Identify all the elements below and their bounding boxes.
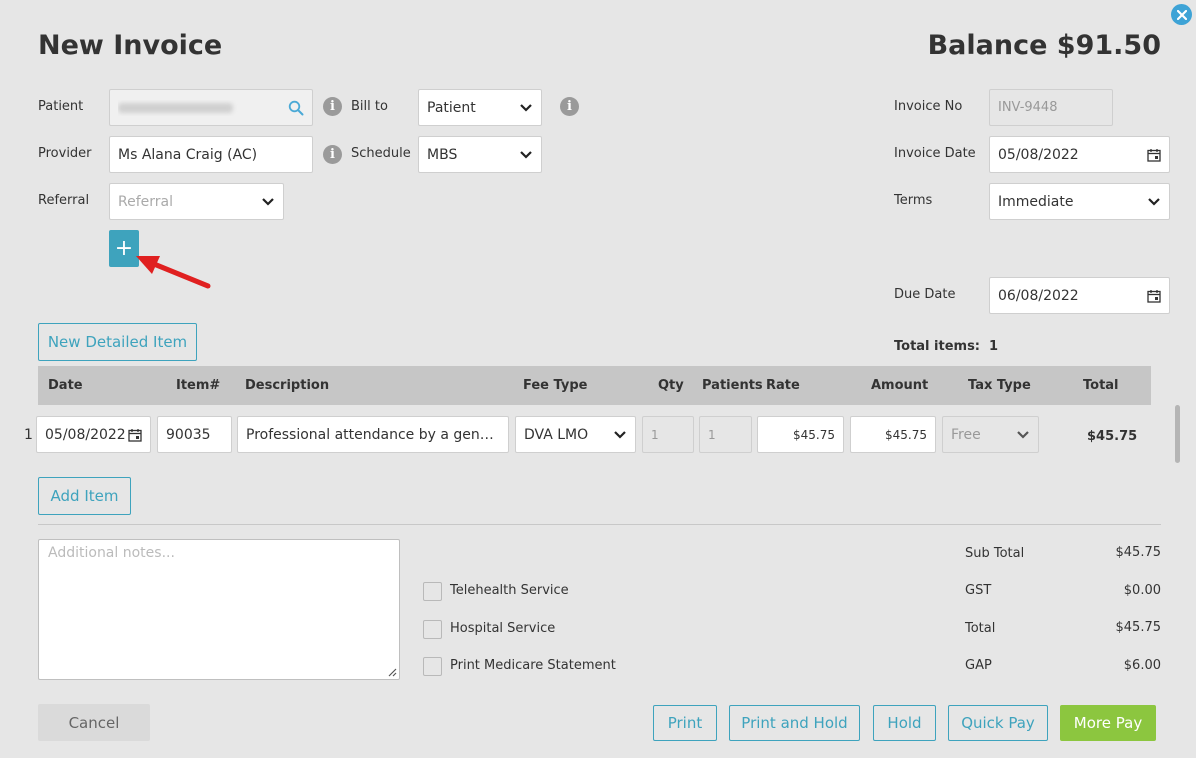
- resize-grip-icon[interactable]: [387, 667, 397, 677]
- col-date: Date: [48, 378, 83, 393]
- items-table-header: Date Item# Description Fee Type Qty Pati…: [38, 366, 1151, 405]
- schedule-select[interactable]: MBS: [418, 136, 542, 173]
- provider-label: Provider: [38, 146, 92, 161]
- row-rate-field[interactable]: $45.75: [757, 416, 844, 453]
- gap-value: $6.00: [1123, 658, 1161, 673]
- hospital-label: Hospital Service: [450, 621, 556, 636]
- row-date-field[interactable]: 05/08/2022: [36, 416, 151, 453]
- terms-select[interactable]: Immediate: [989, 183, 1170, 220]
- chevron-down-icon: [520, 103, 532, 112]
- bill-to-select[interactable]: Patient: [418, 89, 542, 126]
- search-icon[interactable]: [288, 100, 304, 116]
- row-amount-field[interactable]: $45.75: [850, 416, 936, 453]
- chevron-down-icon: [1148, 197, 1160, 206]
- total-items-value: 1: [989, 339, 999, 354]
- invoice-date-field[interactable]: 05/08/2022: [989, 136, 1170, 173]
- gst-value: $0.00: [1123, 583, 1161, 598]
- patient-field[interactable]: [109, 89, 313, 126]
- patient-value-blurred: [118, 100, 288, 116]
- subtotal-label: Sub Total: [965, 546, 1025, 561]
- row-patients-field: 1: [699, 416, 752, 453]
- telehealth-checkbox[interactable]: [423, 582, 442, 601]
- subtotal-value: $45.75: [1115, 545, 1162, 560]
- add-item-button[interactable]: Add Item: [38, 477, 131, 515]
- new-detailed-item-button[interactable]: New Detailed Item: [38, 323, 197, 361]
- chevron-down-icon: [614, 430, 626, 439]
- gap-label: GAP: [965, 658, 992, 673]
- provider-info-icon[interactable]: i: [323, 145, 342, 164]
- row-number: 1: [24, 427, 33, 443]
- col-fee-type: Fee Type: [523, 378, 588, 393]
- more-pay-button[interactable]: More Pay: [1060, 705, 1156, 741]
- row-tax-type-select: Free: [942, 416, 1039, 453]
- calendar-icon[interactable]: [1147, 289, 1161, 303]
- hold-button[interactable]: Hold: [873, 705, 936, 741]
- referral-label: Referral: [38, 193, 90, 208]
- calendar-icon[interactable]: [128, 428, 142, 442]
- red-arrow-annotation: [136, 256, 211, 289]
- gst-label: GST: [965, 583, 992, 598]
- row-qty-field: 1: [642, 416, 694, 453]
- col-qty: Qty: [658, 378, 684, 393]
- telehealth-label: Telehealth Service: [450, 583, 569, 598]
- page-title: New Invoice: [38, 30, 223, 61]
- col-description: Description: [245, 378, 330, 393]
- bill-to-label: Bill to: [351, 99, 388, 114]
- due-date-label: Due Date: [894, 287, 956, 302]
- print-medicare-checkbox[interactable]: [423, 657, 442, 676]
- hospital-checkbox[interactable]: [423, 620, 442, 639]
- row-item-field[interactable]: 90035: [157, 416, 232, 453]
- row-total: $45.75: [1087, 429, 1138, 444]
- schedule-label: Schedule: [351, 146, 411, 161]
- bill-to-info-icon[interactable]: i: [560, 97, 579, 116]
- divider: [38, 524, 1161, 525]
- invoice-date-label: Invoice Date: [894, 146, 976, 161]
- patient-info-icon[interactable]: i: [323, 97, 342, 116]
- row-description-field[interactable]: Professional attendance by a general pra…: [237, 416, 509, 453]
- total-label: Total: [965, 621, 996, 636]
- cancel-button[interactable]: Cancel: [38, 704, 150, 741]
- notes-textarea[interactable]: Additional notes...: [38, 539, 400, 680]
- print-button[interactable]: Print: [653, 705, 717, 741]
- calendar-icon[interactable]: [1147, 148, 1161, 162]
- balance-display: Balance $91.50: [927, 30, 1161, 61]
- total-value: $45.75: [1115, 620, 1162, 635]
- quick-pay-button[interactable]: Quick Pay: [948, 705, 1048, 741]
- invoice-no-label: Invoice No: [894, 99, 963, 114]
- close-icon: [1176, 9, 1187, 20]
- invoice-no-field: INV-9448: [989, 89, 1113, 126]
- referral-select[interactable]: Referral: [109, 183, 284, 220]
- col-amount: Amount: [871, 378, 929, 393]
- chevron-down-icon: [1017, 430, 1029, 439]
- terms-label: Terms: [894, 193, 933, 208]
- table-scrollbar[interactable]: [1175, 405, 1180, 463]
- patient-label: Patient: [38, 99, 84, 114]
- total-items-label: Total items:: [894, 339, 981, 354]
- provider-field[interactable]: Ms Alana Craig (AC): [109, 136, 313, 173]
- chevron-down-icon: [262, 197, 274, 206]
- close-button[interactable]: [1171, 4, 1192, 25]
- chevron-down-icon: [520, 150, 532, 159]
- col-item: Item#: [176, 378, 221, 393]
- col-total: Total: [1083, 378, 1119, 393]
- print-and-hold-button[interactable]: Print and Hold: [729, 705, 860, 741]
- col-rate: Rate: [766, 378, 800, 393]
- col-patients: Patients: [702, 378, 763, 393]
- row-fee-type-select[interactable]: DVA LMO: [515, 416, 636, 453]
- col-tax-type: Tax Type: [968, 378, 1031, 393]
- due-date-field[interactable]: 06/08/2022: [989, 277, 1170, 314]
- print-medicare-label: Print Medicare Statement: [450, 658, 616, 673]
